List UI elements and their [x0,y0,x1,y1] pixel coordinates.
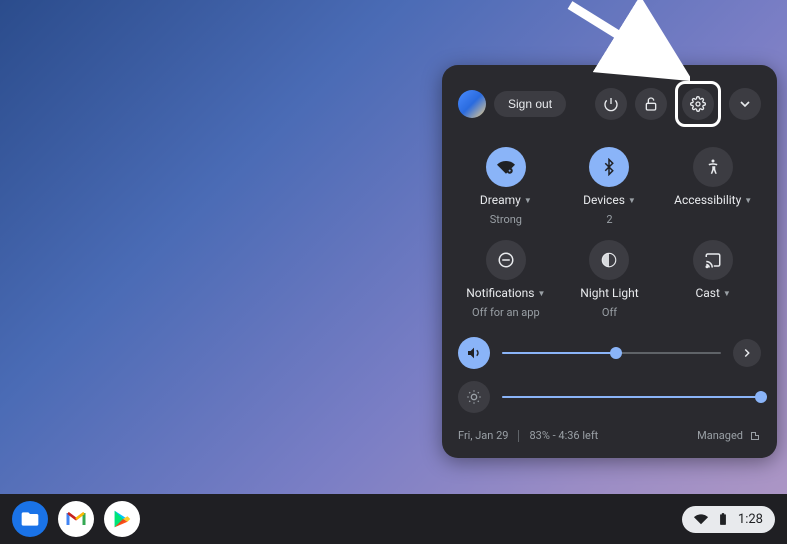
avatar[interactable] [458,90,486,118]
signout-button[interactable]: Sign out [494,91,566,117]
wifi-tile[interactable]: Dreamy▼ Strong [458,147,554,226]
date-label: Fri, Jan 29 [458,429,508,442]
nightlight-sub: Off [602,306,617,319]
bluetooth-label: Devices▼ [583,193,636,207]
brightness-icon[interactable] [458,381,490,413]
volume-slider[interactable] [502,352,721,354]
cast-label: Cast▼ [695,286,730,300]
notifications-sub: Off for an app [472,306,540,319]
collapse-button[interactable] [729,88,761,120]
brightness-row [458,381,761,413]
battery-tray-icon [716,512,730,526]
chevron-down-icon [737,96,753,112]
caret-icon: ▼ [628,196,636,205]
bluetooth-sub: 2 [606,213,612,226]
quick-settings-panel: Sign out Dreamy▼ Strong D [442,65,777,458]
nightlight-tile[interactable]: Night Light Off [562,240,658,319]
audio-settings-button[interactable] [733,339,761,367]
enterprise-icon [749,430,761,442]
wifi-label: Dreamy▼ [480,193,532,207]
accessibility-tile[interactable]: Accessibility▼ [665,147,761,226]
shelf-apps [12,501,140,537]
managed-indicator[interactable]: Managed [697,429,761,442]
lock-icon [643,96,659,112]
accessibility-icon [693,147,733,187]
notifications-tile[interactable]: Notifications▼ Off for an app [458,240,554,319]
settings-button[interactable] [682,88,714,120]
files-app-icon[interactable] [12,501,48,537]
gmail-app-icon[interactable] [58,501,94,537]
shelf: 1:28 [0,494,787,544]
nightlight-label: Night Light [580,286,638,300]
bluetooth-tile[interactable]: Devices▼ 2 [562,147,658,226]
caret-icon: ▼ [537,289,545,298]
gear-icon [690,96,706,112]
volume-row [458,337,761,369]
tray-time: 1:28 [738,512,763,527]
cast-icon [693,240,733,280]
power-button[interactable] [595,88,627,120]
caret-icon: ▼ [524,196,532,205]
cast-tile[interactable]: Cast▼ [665,240,761,319]
brightness-slider[interactable] [502,396,761,398]
play-store-app-icon[interactable] [104,501,140,537]
lock-button[interactable] [635,88,667,120]
caret-icon: ▼ [744,196,752,205]
volume-icon[interactable] [458,337,490,369]
wifi-sub: Strong [490,213,522,226]
tiles-grid: Dreamy▼ Strong Devices▼ 2 Accessibility▼… [458,147,761,319]
power-icon [603,96,619,112]
settings-highlight [675,81,721,127]
panel-header: Sign out [458,81,761,127]
chevron-right-icon [740,346,754,360]
divider [518,430,519,442]
wifi-icon [486,147,526,187]
notifications-icon [486,240,526,280]
panel-footer: Fri, Jan 29 83% - 4:36 left Managed [458,425,761,442]
bluetooth-icon [589,147,629,187]
notifications-label: Notifications▼ [466,286,545,300]
accessibility-label: Accessibility▼ [674,193,752,207]
caret-icon: ▼ [723,289,731,298]
battery-status: 83% - 4:36 left [529,429,598,442]
status-tray[interactable]: 1:28 [682,506,775,533]
wifi-tray-icon [694,512,708,526]
nightlight-icon [589,240,629,280]
